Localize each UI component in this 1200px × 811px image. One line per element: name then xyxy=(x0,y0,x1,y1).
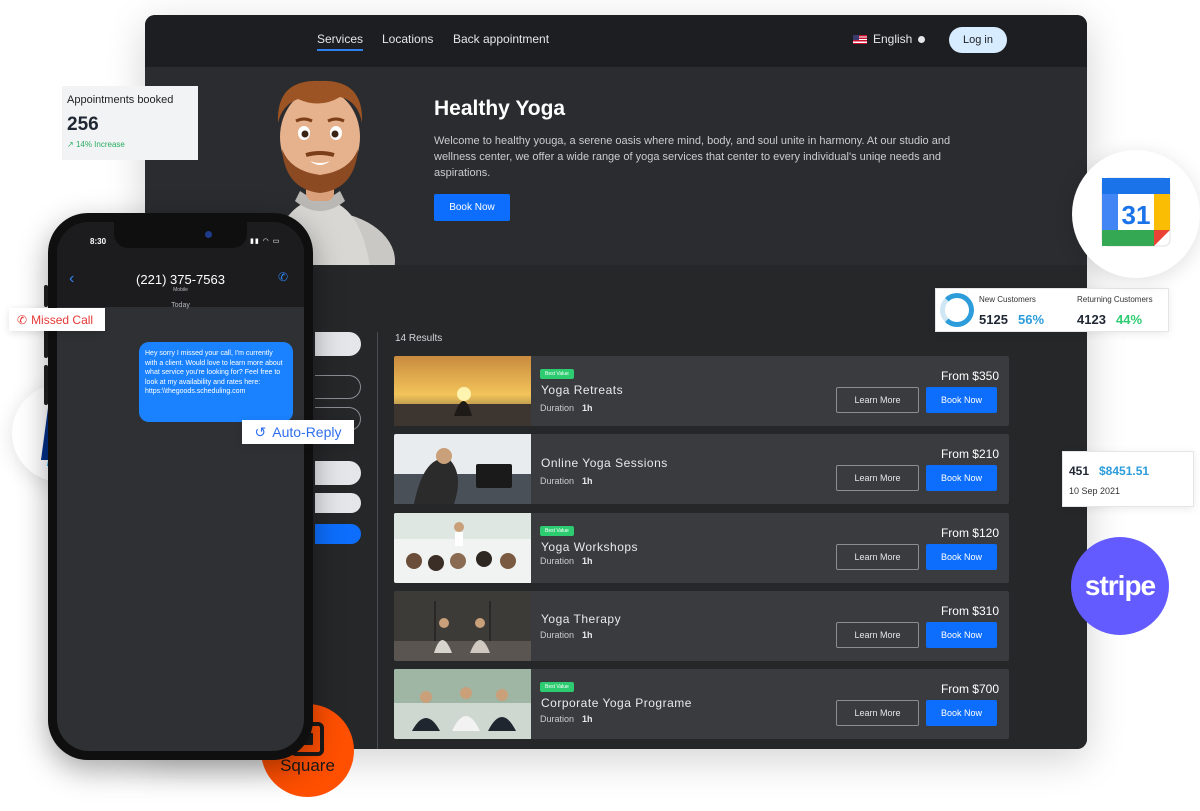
book-now-button[interactable]: Book Now xyxy=(926,700,997,726)
contact-number: (221) 375-7563 xyxy=(136,272,225,287)
top-nav: Services Locations Back appointment Engl… xyxy=(145,15,1087,67)
service-price: From $310 xyxy=(940,604,999,618)
contact-number-type: Mobile xyxy=(173,287,188,293)
service-card[interactable]: Best Value Yoga Retreats Duration 1h From… xyxy=(394,356,1009,426)
customers-card: New Customers 5125 56% Returning Custome… xyxy=(935,288,1169,332)
payment-date: 10 Sep 2021 xyxy=(1069,486,1121,496)
hero-book-now-button[interactable]: Book Now xyxy=(434,194,510,221)
camera-icon xyxy=(205,231,212,238)
hero-description: Welcome to healthy youga, a serene oasis… xyxy=(434,135,951,179)
filter-pill-1[interactable] xyxy=(315,332,361,356)
service-duration: Duration 1h xyxy=(540,714,593,724)
service-price: From $700 xyxy=(940,682,999,696)
book-now-button[interactable]: Book Now xyxy=(926,387,997,413)
service-image-online xyxy=(394,434,531,504)
service-price: From $120 xyxy=(940,526,999,540)
service-title: Yoga Workshops xyxy=(541,540,639,554)
best-value-badge: Best Value xyxy=(540,682,574,692)
language-label: English xyxy=(873,32,913,46)
nav-link-locations[interactable]: Locations xyxy=(382,32,433,46)
learn-more-button[interactable]: Learn More xyxy=(836,700,919,726)
service-image-corporate xyxy=(394,669,531,739)
returning-customers-value: 4123 xyxy=(1077,312,1106,327)
payment-amount: $8451.51 xyxy=(1099,464,1150,478)
best-value-badge: Best Value xyxy=(540,369,574,379)
dropdown-dot-icon xyxy=(918,35,926,43)
service-card[interactable]: Best Value Yoga Workshops Duration 1h Fro… xyxy=(394,513,1009,583)
service-card[interactable]: Yoga Therapy Duration 1h From $310 Learn … xyxy=(394,591,1009,661)
payment-count: 451 xyxy=(1069,464,1090,478)
book-now-button[interactable]: Book Now xyxy=(926,622,997,648)
sidebar-divider xyxy=(377,332,378,749)
new-customers-pct: 56% xyxy=(1018,312,1045,327)
filter-pill-5[interactable] xyxy=(315,493,361,513)
results-count: 14 Results xyxy=(395,333,443,344)
service-title: Yoga Therapy xyxy=(541,612,622,626)
service-image-workshops xyxy=(394,513,531,583)
service-duration: Duration 1h xyxy=(540,630,593,640)
payment-card: 451 $8451.51 10 Sep 2021 xyxy=(1062,451,1194,507)
arrow-up-right-icon: ↗ xyxy=(67,140,74,149)
learn-more-button[interactable]: Learn More xyxy=(836,544,919,570)
phone-screen: 8:30 ▮▮ ◠ ▭ ‹ (221) 375-7563 Mobile ✆ To… xyxy=(57,222,304,751)
service-title: Yoga Retreats xyxy=(541,383,624,397)
book-now-button[interactable]: Book Now xyxy=(926,465,997,491)
phone-notch xyxy=(114,222,247,248)
filter-pill-2[interactable] xyxy=(315,375,361,399)
learn-more-button[interactable]: Learn More xyxy=(836,622,919,648)
language-selector[interactable]: English xyxy=(853,32,926,46)
auto-reply-tag: ↺ Auto-Reply xyxy=(242,420,354,444)
appointments-title: Appointments booked xyxy=(67,94,174,106)
service-title: Online Yoga Sessions xyxy=(541,456,668,470)
stripe-wordmark: stripe xyxy=(1084,570,1156,601)
book-now-button[interactable]: Book Now xyxy=(926,544,997,570)
hero-title: Healthy Yoga xyxy=(434,97,566,120)
new-customers-label: New Customers xyxy=(979,295,1036,304)
appointments-increase: ↗ 14% Increase xyxy=(67,140,125,149)
service-duration: Duration 1h xyxy=(540,556,593,566)
phone-header: 8:30 ▮▮ ◠ ▭ ‹ (221) 375-7563 Mobile ✆ xyxy=(57,222,304,307)
us-flag-icon xyxy=(853,34,867,44)
donut-chart-icon xyxy=(940,293,974,327)
signal-wifi-battery-icon: ▮▮ ◠ ▭ xyxy=(250,238,281,245)
phone-volume-down xyxy=(44,365,48,405)
stripe-logo: stripe xyxy=(1071,537,1169,635)
returning-customers-label: Returning Customers xyxy=(1077,295,1153,304)
auto-reply-message: Hey sorry I missed your call, I'm curren… xyxy=(139,342,293,422)
missed-call-tag: ✆ Missed Call xyxy=(9,308,105,331)
service-duration: Duration 1h xyxy=(540,403,593,413)
service-title: Corporate Yoga Programe xyxy=(541,696,692,710)
returning-customers-pct: 44% xyxy=(1116,312,1143,327)
new-customers-value: 5125 xyxy=(979,312,1008,327)
nav-link-services[interactable]: Services xyxy=(317,32,364,51)
filter-pill-active[interactable] xyxy=(315,524,361,544)
service-card[interactable]: Best Value Corporate Yoga Programe Durat… xyxy=(394,669,1009,739)
nav-link-back-appointment[interactable]: Back appointment xyxy=(453,32,549,46)
filter-pill-4[interactable] xyxy=(315,461,361,485)
reply-icon: ↺ xyxy=(254,423,267,440)
service-duration: Duration 1h xyxy=(540,476,593,486)
appointments-value: 256 xyxy=(67,114,99,135)
missed-call-icon: ✆ xyxy=(17,312,28,327)
google-calendar-icon: 31 xyxy=(1072,150,1200,278)
calendar-day: 31 xyxy=(1122,200,1151,230)
service-card[interactable]: Online Yoga Sessions Duration 1h From $21… xyxy=(394,434,1009,504)
learn-more-button[interactable]: Learn More xyxy=(836,387,919,413)
phone-icon[interactable]: ✆ xyxy=(278,270,288,284)
learn-more-button[interactable]: Learn More xyxy=(836,465,919,491)
service-image-retreats xyxy=(394,356,531,426)
phone-mockup: 8:30 ▮▮ ◠ ▭ ‹ (221) 375-7563 Mobile ✆ To… xyxy=(44,213,313,760)
appointments-card: Appointments booked 256 ↗ 14% Increase xyxy=(62,86,198,160)
phone-time: 8:30 xyxy=(90,237,107,246)
stage: Services Locations Back appointment Engl… xyxy=(0,0,1200,811)
service-image-therapy xyxy=(394,591,531,661)
service-price: From $350 xyxy=(940,369,999,383)
service-price: From $210 xyxy=(940,447,999,461)
login-button[interactable]: Log in xyxy=(949,27,1007,53)
best-value-badge: Best Value xyxy=(540,526,574,536)
phone-side-button xyxy=(44,285,48,307)
